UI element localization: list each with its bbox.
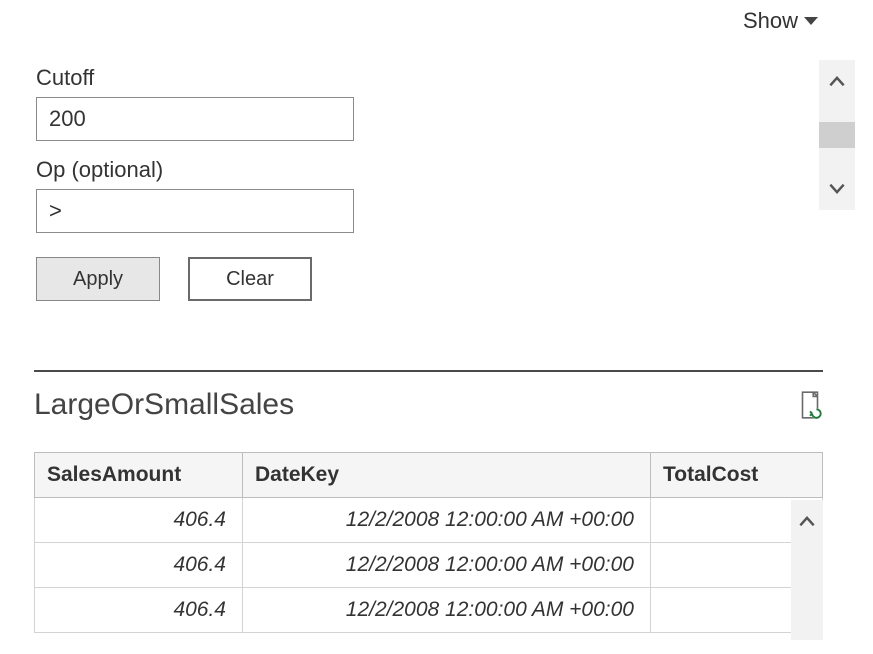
- cutoff-label: Cutoff: [36, 65, 366, 91]
- apply-button[interactable]: Apply: [36, 257, 160, 301]
- section-title: LargeOrSmallSales: [34, 388, 294, 422]
- clear-button[interactable]: Clear: [188, 257, 312, 301]
- table-header-row: SalesAmount DateKey TotalCost: [35, 453, 823, 498]
- cell-salesamount: 406.4: [35, 543, 243, 588]
- show-dropdown[interactable]: Show: [743, 8, 818, 34]
- cell-datekey: 12/2/2008 12:00:00 AM +00:00: [243, 588, 651, 633]
- op-label: Op (optional): [36, 157, 366, 183]
- cutoff-input[interactable]: [36, 97, 354, 141]
- chevron-down-icon: [804, 17, 818, 25]
- scroll-up-button[interactable]: [789, 504, 825, 540]
- chevron-down-icon: [827, 178, 847, 198]
- scroll-up-button[interactable]: [819, 64, 855, 100]
- section-divider: [34, 370, 823, 372]
- col-salesamount[interactable]: SalesAmount: [35, 453, 243, 498]
- show-label: Show: [743, 8, 798, 34]
- table-row[interactable]: 406.4 12/2/2008 12:00:00 AM +00:00 2: [35, 543, 823, 588]
- chevron-up-icon: [797, 512, 817, 532]
- refresh-icon: [797, 390, 823, 420]
- cell-datekey: 12/2/2008 12:00:00 AM +00:00: [243, 498, 651, 543]
- cell-datekey: 12/2/2008 12:00:00 AM +00:00: [243, 543, 651, 588]
- params-scrollbar[interactable]: [819, 60, 855, 210]
- results-table: SalesAmount DateKey TotalCost 406.4 12/2…: [34, 452, 823, 633]
- table-row[interactable]: 406.4 12/2/2008 12:00:00 AM +00:00 2: [35, 588, 823, 633]
- op-input[interactable]: [36, 189, 354, 233]
- scroll-down-button[interactable]: [819, 170, 855, 206]
- cell-salesamount: 406.4: [35, 588, 243, 633]
- table-row[interactable]: 406.4 12/2/2008 12:00:00 AM +00:00 2: [35, 498, 823, 543]
- scroll-thumb[interactable]: [819, 122, 855, 148]
- table-scrollbar[interactable]: [791, 500, 823, 640]
- col-datekey[interactable]: DateKey: [243, 453, 651, 498]
- parameters-panel: Cutoff Op (optional) Apply Clear: [36, 65, 366, 301]
- chevron-up-icon: [827, 72, 847, 92]
- results-table-wrap: SalesAmount DateKey TotalCost 406.4 12/2…: [34, 452, 823, 633]
- refresh-button[interactable]: [797, 390, 823, 420]
- col-totalcost[interactable]: TotalCost: [651, 453, 823, 498]
- cell-salesamount: 406.4: [35, 498, 243, 543]
